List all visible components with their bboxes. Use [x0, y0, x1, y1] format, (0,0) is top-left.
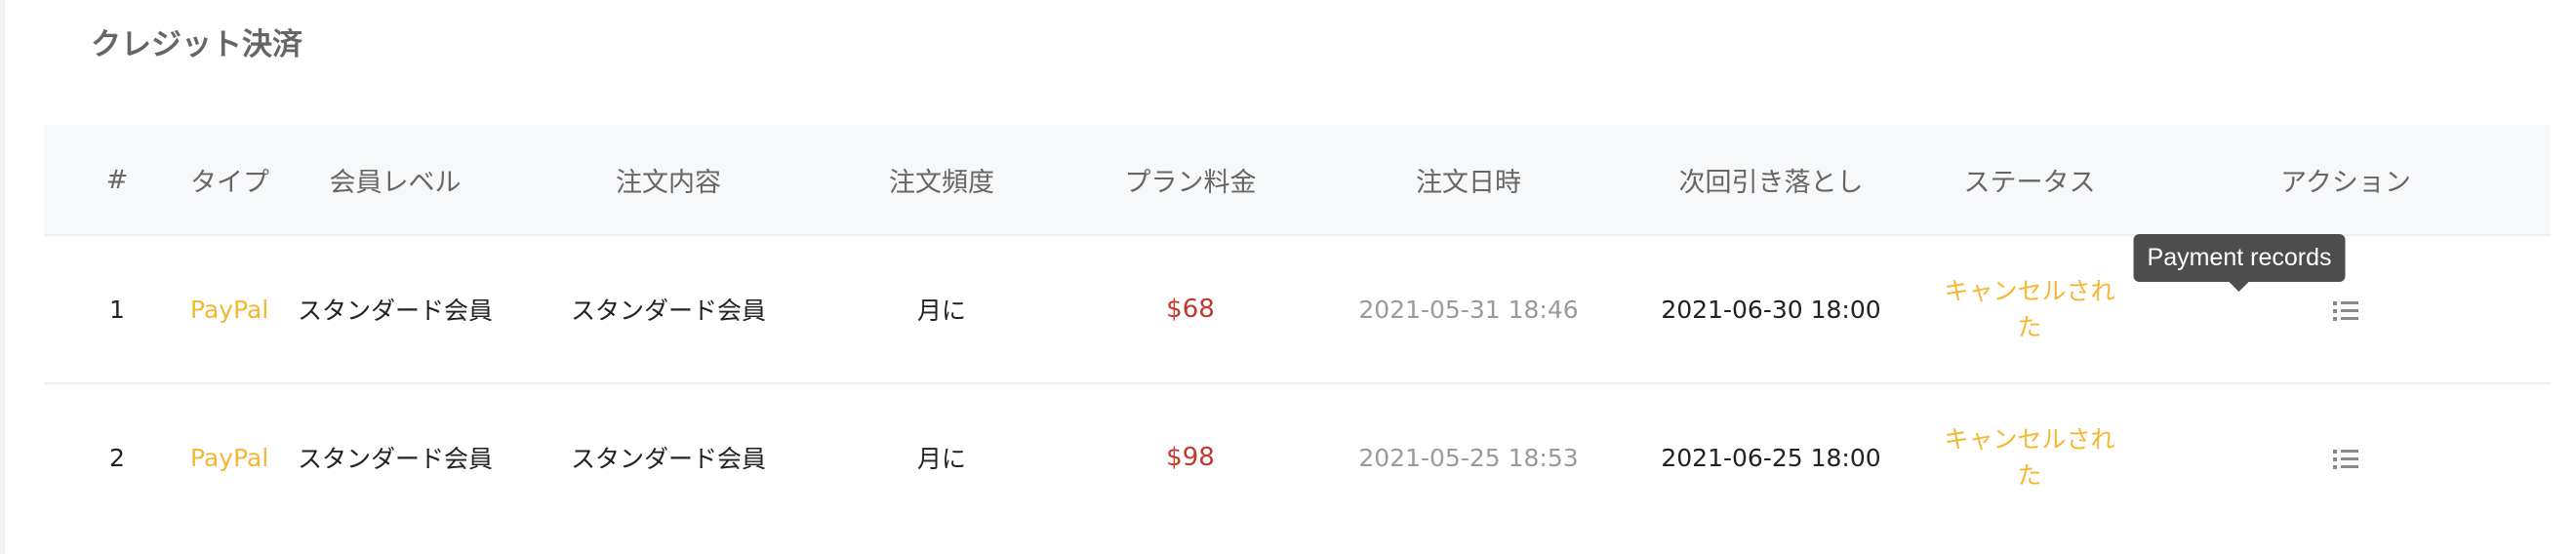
row-level: スタンダード会員: [297, 297, 493, 325]
payments-table: # タイプ 会員レベル 注文内容 注文頻度 プラン料金 注文日時 次回引き落とし…: [44, 125, 2550, 531]
header-price: プラン料金: [1124, 167, 1257, 198]
header-index: #: [105, 164, 129, 195]
row-price: $98: [1166, 443, 1215, 472]
row-action: [2142, 296, 2550, 324]
payment-records-tooltip: Payment records: [2133, 234, 2346, 282]
row-frequency: 月に: [916, 445, 966, 473]
row-frequency: 月に: [916, 297, 966, 325]
row-status: キャンセルされた: [1944, 425, 2115, 490]
header-order-date: 注文日時: [1416, 167, 1521, 198]
header-status: ステータス: [1963, 167, 2096, 198]
header-frequency: 注文頻度: [889, 167, 994, 198]
list-icon[interactable]: [2333, 300, 2358, 321]
header-type: タイプ: [190, 167, 269, 198]
row-content: スタンダード会員: [570, 445, 766, 473]
list-icon[interactable]: [2333, 449, 2358, 469]
table-header: # タイプ 会員レベル 注文内容 注文頻度 プラン料金 注文日時 次回引き落とし…: [44, 125, 2550, 236]
page: クレジット決済 # タイプ 会員レベル 注文内容 注文頻度 プラン料金 注文日時…: [0, 0, 2576, 554]
header-action: アクション: [2280, 167, 2411, 198]
row-next-charge: 2021-06-25 18:00: [1661, 443, 1881, 472]
header-next-charge: 次回引き落とし: [1678, 167, 1864, 198]
row-next-charge: 2021-06-30 18:00: [1661, 295, 1881, 324]
row-status: キャンセルされた: [1944, 277, 2115, 341]
row-order-date: 2021-05-25 18:53: [1358, 443, 1579, 472]
row-level: スタンダード会員: [297, 445, 493, 473]
section-title: クレジット決済: [91, 27, 302, 62]
row-type-link[interactable]: PayPal: [190, 296, 268, 324]
table-row: 1 PayPal スタンダード会員 スタンダード会員 月に $68 2021-0…: [44, 234, 2550, 384]
row-price: $68: [1166, 295, 1215, 324]
row-action: [2142, 444, 2550, 472]
row-type-link[interactable]: PayPal: [190, 444, 268, 472]
table-row: 2 PayPal スタンダード会員 スタンダード会員 月に $98 2021-0…: [44, 384, 2550, 531]
row-content: スタンダード会員: [570, 297, 766, 325]
row-index: 1: [109, 295, 125, 324]
header-content: 注文内容: [616, 167, 721, 198]
header-level: 会員レベル: [329, 167, 462, 198]
row-index: 2: [109, 443, 125, 472]
row-order-date: 2021-05-31 18:46: [1358, 295, 1579, 324]
